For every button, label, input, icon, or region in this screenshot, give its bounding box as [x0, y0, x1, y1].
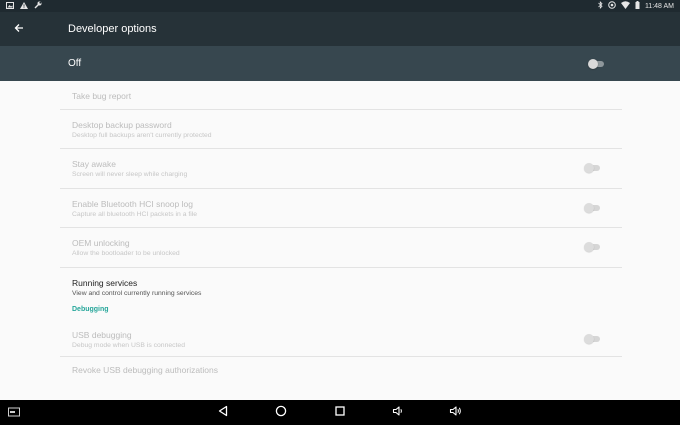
running-services-item[interactable]: Running services View and control curren… — [60, 268, 622, 306]
take-bug-report-item[interactable]: Take bug report — [60, 81, 622, 110]
back-icon — [217, 404, 229, 422]
item-summary: Screen will never sleep while charging — [72, 171, 188, 178]
toolbar: Developer options — [0, 12, 680, 46]
oem-unlocking-item[interactable]: OEM unlocking Allow the bootloader to be… — [60, 228, 622, 268]
master-switch-label: Off — [68, 58, 82, 69]
volume-up-icon — [449, 404, 463, 422]
revoke-usb-debugging-item[interactable]: Revoke USB debugging authorizations — [60, 357, 622, 385]
status-bar: 11:48 AM — [0, 0, 680, 12]
item-summary: Capture all bluetooth HCI packets in a f… — [72, 211, 198, 218]
stay-awake-item[interactable]: Stay awake Screen will never sleep while… — [60, 149, 622, 189]
bluetooth-hci-snoop-log-switch[interactable] — [584, 203, 602, 213]
stay-awake-switch[interactable] — [584, 163, 602, 173]
bluetooth-hci-snoop-log-item[interactable]: Enable Bluetooth HCI snoop log Capture a… — [60, 189, 622, 228]
desktop-backup-password-item[interactable]: Desktop backup password Desktop full bac… — [60, 110, 622, 149]
volume-up-button[interactable] — [448, 405, 464, 421]
battery-icon — [635, 1, 640, 11]
item-title: Take bug report — [72, 91, 132, 101]
usb-debugging-item[interactable]: USB debugging Debug mode when USB is con… — [60, 322, 622, 357]
item-summary: Debug mode when USB is connected — [72, 342, 185, 349]
item-summary: Allow the bootloader to be unlocked — [72, 250, 180, 257]
wrench-icon — [34, 1, 42, 11]
recents-icon — [334, 404, 346, 422]
item-title: USB debugging — [72, 330, 132, 340]
screenshot-button[interactable] — [6, 405, 22, 421]
navigation-bar — [0, 400, 680, 425]
volume-down-icon — [392, 404, 404, 422]
item-title: Enable Bluetooth HCI snoop log — [72, 199, 193, 209]
category-title: Debugging — [72, 306, 109, 313]
gallery-notification-icon — [6, 1, 14, 11]
page-title: Developer options — [68, 23, 157, 35]
item-summary: Desktop full backups aren't currently pr… — [72, 132, 212, 139]
screenshot-icon — [8, 404, 20, 422]
nav-recents-button[interactable] — [332, 405, 348, 421]
status-right: 11:48 AM — [598, 1, 674, 11]
hotspot-icon — [608, 1, 616, 11]
usb-debugging-switch[interactable] — [584, 334, 602, 344]
item-title: Desktop backup password — [72, 120, 172, 130]
wifi-icon — [620, 1, 630, 11]
preference-list: Take bug report Desktop backup password … — [60, 81, 622, 385]
item-summary: View and control currently running servi… — [72, 290, 202, 297]
oem-unlocking-switch[interactable] — [584, 242, 602, 252]
volume-down-button[interactable] — [390, 405, 406, 421]
item-title: Stay awake — [72, 159, 116, 169]
home-icon — [275, 404, 287, 422]
bluetooth-icon — [598, 1, 603, 11]
item-title: Revoke USB debugging authorizations — [72, 365, 219, 375]
status-left — [6, 1, 42, 11]
arrow-back-icon — [14, 20, 24, 38]
nav-home-button[interactable] — [273, 405, 289, 421]
item-title: Running services — [72, 278, 138, 288]
developer-options-switch[interactable] — [588, 59, 606, 69]
warning-icon — [20, 1, 28, 11]
debugging-category: Debugging — [60, 306, 622, 322]
nav-back-button[interactable] — [215, 405, 231, 421]
item-title: OEM unlocking — [72, 238, 130, 248]
master-switch-bar[interactable]: Off — [0, 46, 680, 81]
back-button[interactable] — [10, 20, 28, 38]
status-time: 11:48 AM — [644, 2, 674, 10]
